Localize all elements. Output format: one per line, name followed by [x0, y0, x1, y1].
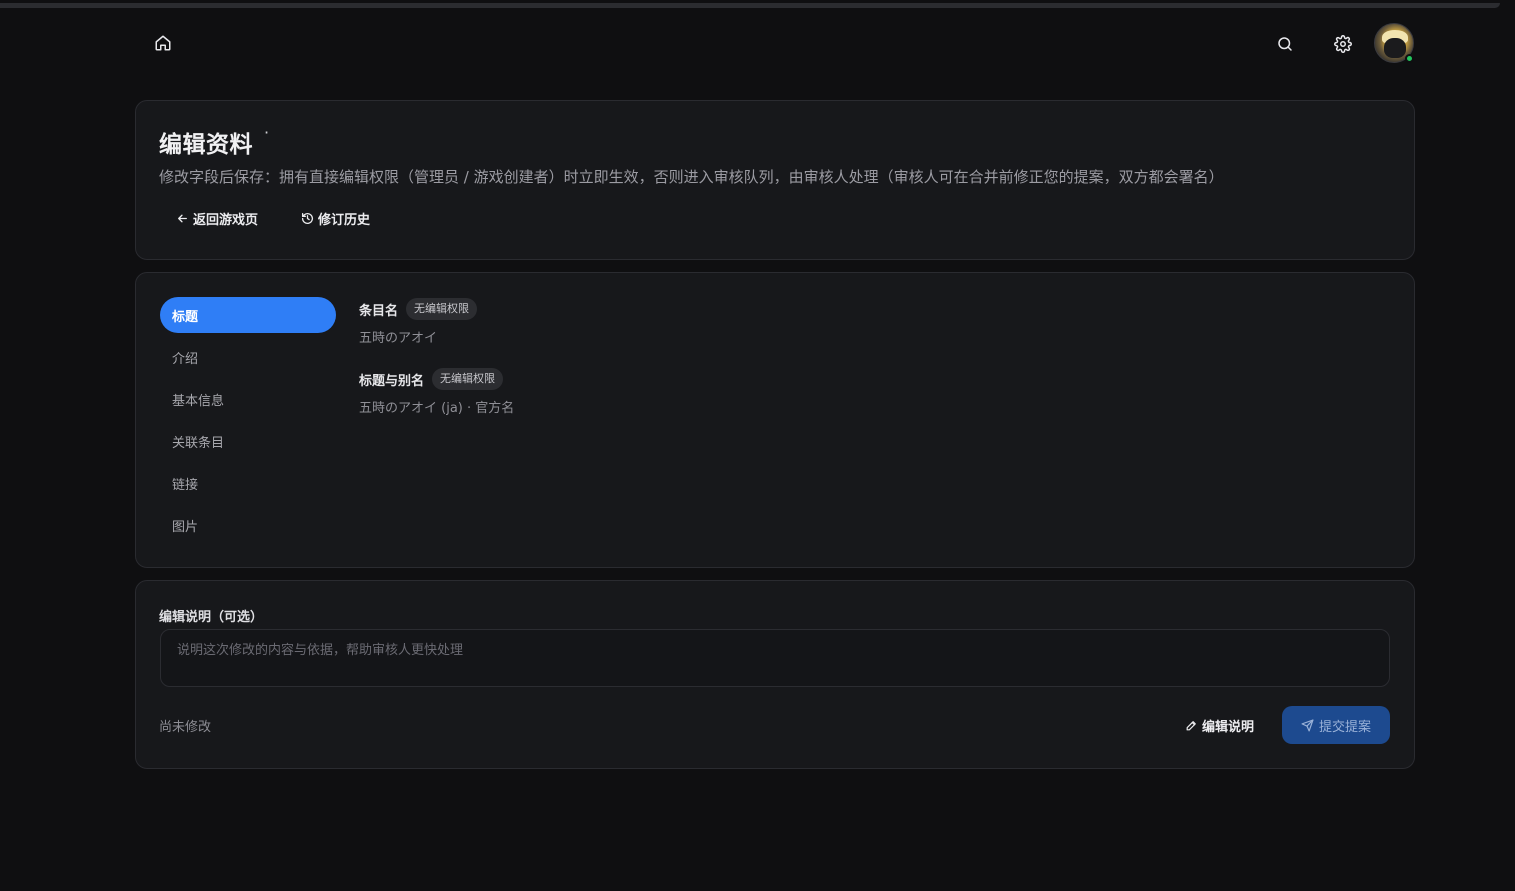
- no-permission-badge: 无编辑权限: [432, 368, 504, 390]
- page-title: 编辑资料: [159, 132, 253, 158]
- sidebar-item-title[interactable]: 标题: [160, 297, 336, 333]
- revision-history-label: 修订历史: [318, 212, 371, 228]
- back-to-game-label: 返回游戏页: [193, 212, 259, 228]
- edit-note-label: 编辑说明（可选）: [159, 610, 264, 625]
- sidebar-item-images[interactable]: 图片: [160, 507, 336, 543]
- field-label: 标题与别名: [359, 373, 425, 389]
- sidebar-item-label: 介绍: [172, 351, 199, 367]
- fields-card: 标题 介绍 基本信息 关联条目 链接 图片 条目名 无编辑权限 五時のアオイ 标…: [135, 272, 1415, 568]
- sidebar-item-links[interactable]: 链接: [160, 465, 336, 501]
- sidebar-item-label: 图片: [172, 519, 199, 535]
- page-description: 修改字段后保存：拥有直接编辑权限（管理员 / 游戏创建者）时立即生效，否则进入审…: [159, 168, 1224, 186]
- sidebar-item-basic-info[interactable]: 基本信息: [160, 381, 336, 417]
- entry-name-field: 条目名 无编辑权限 五時のアオイ: [359, 297, 478, 346]
- field-label: 条目名: [359, 303, 399, 319]
- arrow-left-icon: [178, 214, 187, 222]
- home-icon: [155, 35, 171, 51]
- title-dot: ·: [264, 123, 270, 142]
- edit-note-button-label: 编辑说明: [1202, 719, 1255, 735]
- home-button[interactable]: [147, 27, 179, 59]
- back-to-game-button[interactable]: 返回游戏页: [176, 206, 258, 230]
- submit-proposal-label: 提交提案: [1318, 719, 1371, 735]
- send-icon: [1301, 718, 1314, 732]
- pencil-icon: [1186, 720, 1196, 730]
- title-alias-field: 标题与别名 无编辑权限 五時のアオイ (ja) · 官方名: [359, 367, 514, 416]
- search-button[interactable]: [1269, 28, 1301, 60]
- browser-top-strip: [0, 0, 1515, 10]
- header-card: 编辑资料 · 修改字段后保存：拥有直接编辑权限（管理员 / 游戏创建者）时立即生…: [135, 100, 1415, 260]
- sidebar-item-label: 基本信息: [172, 393, 225, 409]
- submit-proposal-button[interactable]: 提交提案: [1282, 706, 1390, 744]
- submit-card: 编辑说明（可选） 尚未修改 编辑说明 提交提案: [135, 580, 1415, 769]
- field-value: 五時のアオイ (ja) · 官方名: [359, 401, 515, 416]
- sidebar-item-label: 链接: [172, 477, 199, 493]
- sidebar-item-related[interactable]: 关联条目: [160, 423, 336, 459]
- sidebar-item-label: 标题: [172, 309, 199, 325]
- history-icon: [301, 212, 313, 224]
- section-sidebar: 标题 介绍 基本信息 关联条目 链接 图片: [160, 297, 336, 549]
- online-status-dot: [1405, 54, 1414, 63]
- change-status-text: 尚未修改: [159, 720, 212, 735]
- search-icon: [1278, 37, 1292, 51]
- revision-history-button[interactable]: 修订历史: [301, 206, 370, 230]
- field-value: 五時のアオイ: [359, 331, 438, 346]
- gear-icon: [1334, 35, 1352, 53]
- no-permission-badge: 无编辑权限: [406, 298, 478, 320]
- edit-note-input[interactable]: [160, 629, 1390, 687]
- settings-button[interactable]: [1327, 28, 1359, 60]
- user-avatar[interactable]: [1374, 23, 1414, 63]
- edit-note-button[interactable]: 编辑说明: [1185, 713, 1254, 737]
- sidebar-item-label: 关联条目: [172, 435, 225, 451]
- avatar-face-shape: [1384, 38, 1406, 58]
- top-navigation-bar: [0, 10, 1515, 80]
- sidebar-item-intro[interactable]: 介绍: [160, 339, 336, 375]
